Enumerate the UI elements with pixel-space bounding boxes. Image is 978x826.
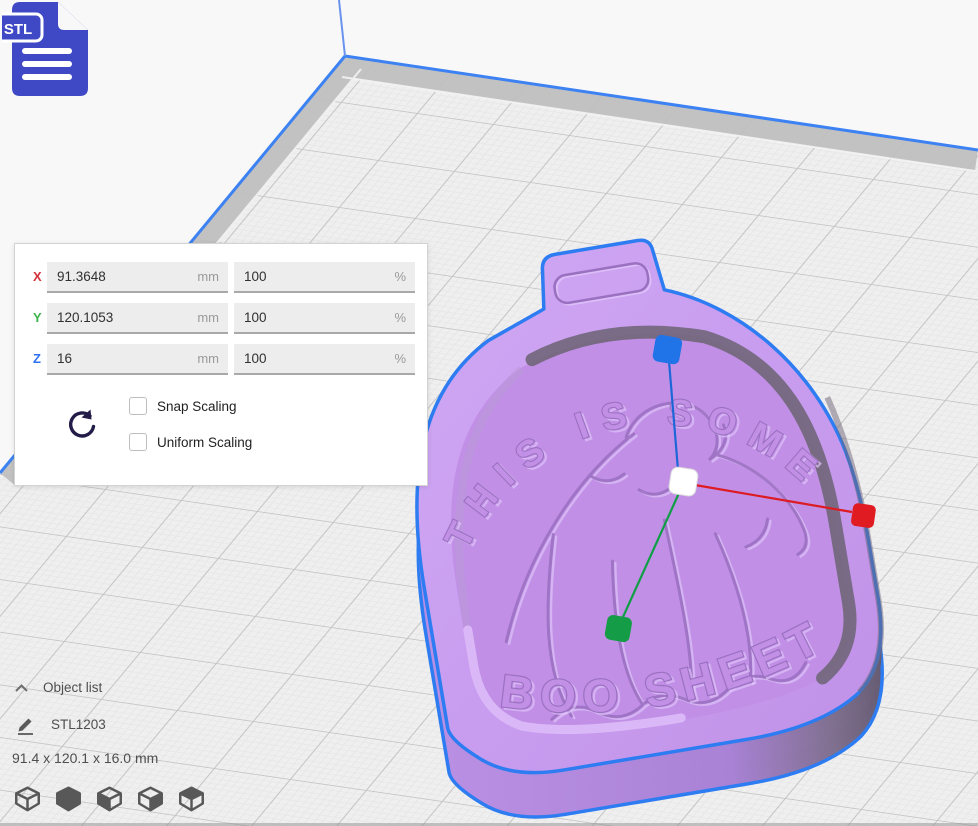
- gizmo-x-handle[interactable]: [850, 503, 876, 529]
- cura-viewport: THIS IS SOME BOO SHEET THIS IS SOME BOO …: [0, 0, 978, 826]
- x-mm-field[interactable]: mm: [47, 262, 228, 293]
- z-mm-field[interactable]: mm: [47, 344, 228, 375]
- view-left-icon[interactable]: [137, 786, 164, 812]
- stl-badge-label: STL: [4, 21, 32, 38]
- z-axis-label: Z: [33, 351, 41, 366]
- doc-line-3: [22, 74, 72, 80]
- stl-file-icon[interactable]: STL: [2, 0, 94, 100]
- scale-row-z: Z mm %: [15, 344, 427, 375]
- gizmo-z-handle[interactable]: [652, 334, 683, 365]
- z-percent-unit: %: [394, 351, 415, 366]
- model-dimensions-label: 91.4 x 120.1 x 16.0 mm: [12, 750, 158, 766]
- doc-line-1: [22, 48, 72, 54]
- pencil-edit-icon: [16, 714, 35, 735]
- document-fold-corner: [58, 2, 88, 30]
- z-mm-input[interactable]: [47, 351, 197, 366]
- gizmo-center-handle[interactable]: [668, 466, 699, 497]
- view-3d-icon[interactable]: [14, 786, 41, 812]
- x-mm-input[interactable]: [47, 269, 197, 284]
- reset-scale-button[interactable]: [63, 407, 99, 443]
- scale-row-y: Y mm %: [15, 303, 427, 334]
- object-list-header[interactable]: Object list: [14, 680, 102, 695]
- scale-row-x: X mm %: [15, 262, 427, 293]
- view-top-icon[interactable]: [96, 786, 123, 812]
- uniform-scaling-row: Uniform Scaling: [129, 432, 252, 452]
- z-mm-unit: mm: [197, 351, 228, 366]
- view-front-icon[interactable]: [55, 786, 82, 812]
- y-mm-unit: mm: [197, 310, 228, 325]
- y-mm-input[interactable]: [47, 310, 197, 325]
- chevron-up-icon: [14, 683, 29, 693]
- object-list-title: Object list: [43, 680, 102, 695]
- y-percent-unit: %: [394, 310, 415, 325]
- object-list-item-name: STL1203: [51, 717, 106, 732]
- snap-scaling-label: Snap Scaling: [157, 399, 237, 414]
- snap-scaling-row: Snap Scaling: [129, 396, 237, 416]
- y-percent-input[interactable]: [234, 310, 394, 325]
- z-percent-input[interactable]: [234, 351, 394, 366]
- x-percent-field[interactable]: %: [234, 262, 415, 293]
- x-axis-label: X: [33, 269, 42, 284]
- gizmo-y-handle[interactable]: [604, 614, 633, 643]
- z-percent-field[interactable]: %: [234, 344, 415, 375]
- snap-scaling-checkbox[interactable]: [129, 397, 147, 415]
- object-list-item[interactable]: STL1203: [16, 714, 106, 735]
- uniform-scaling-label: Uniform Scaling: [157, 435, 252, 450]
- x-percent-input[interactable]: [234, 269, 394, 284]
- view-right-icon[interactable]: [178, 786, 205, 812]
- uniform-scaling-checkbox[interactable]: [129, 433, 147, 451]
- doc-line-2: [22, 61, 72, 67]
- camera-view-buttons: [14, 786, 205, 812]
- x-mm-unit: mm: [197, 269, 228, 284]
- build-volume-vertical-edge: [339, 0, 345, 56]
- y-axis-label: Y: [33, 310, 42, 325]
- y-percent-field[interactable]: %: [234, 303, 415, 334]
- y-mm-field[interactable]: mm: [47, 303, 228, 334]
- scale-tool-panel: X mm % Y mm % Z mm: [14, 243, 428, 486]
- x-percent-unit: %: [394, 269, 415, 284]
